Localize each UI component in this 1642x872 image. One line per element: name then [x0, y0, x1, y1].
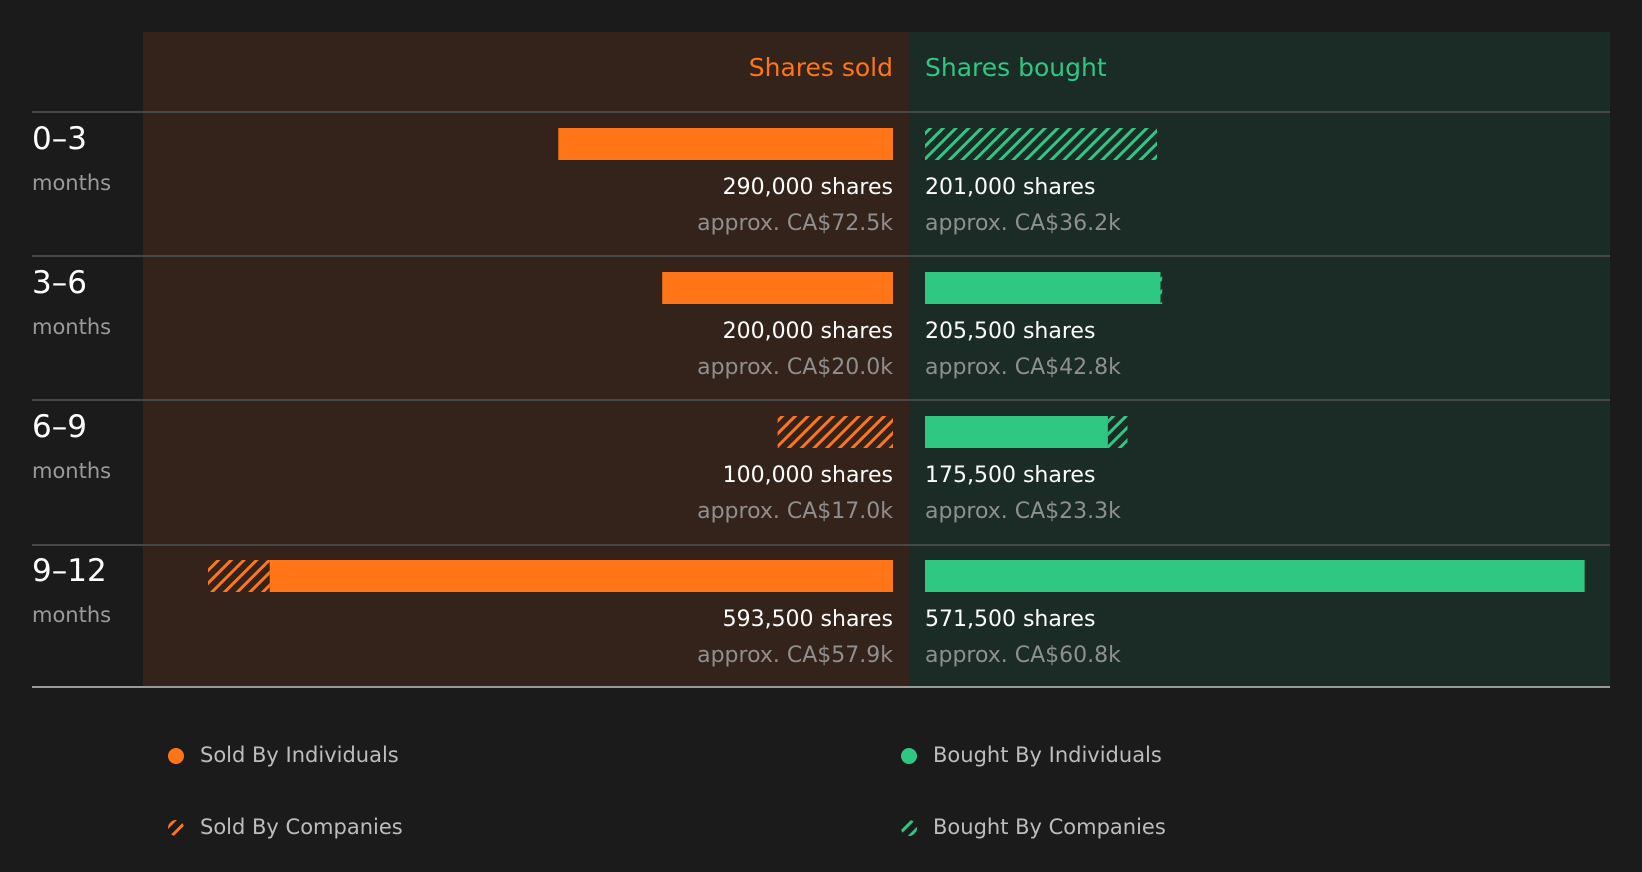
legend-marker-bought-solid	[901, 748, 917, 764]
sold-value-label: approx. CA$72.5k	[697, 211, 893, 236]
legend-label-sold-companies: Sold By Companies	[200, 815, 403, 839]
legend-label-bought-companies: Bought By Companies	[933, 815, 1166, 839]
bought-individuals-bar	[925, 416, 1108, 448]
bought-shares-label: 201,000 shares	[925, 175, 1096, 200]
sold-header: Shares sold	[748, 53, 893, 82]
bought-value-label: approx. CA$36.2k	[925, 211, 1121, 236]
bought-individuals-bar	[925, 560, 1585, 592]
bought-value-label: approx. CA$42.8k	[925, 355, 1121, 380]
bought-companies-bar	[925, 128, 1157, 160]
period-label: 0–3	[32, 121, 87, 157]
period-label: 6–9	[32, 409, 87, 445]
sold-value-label: approx. CA$20.0k	[697, 355, 893, 380]
period-label: 3–6	[32, 265, 87, 301]
sold-individuals-bar	[662, 272, 893, 304]
legend-marker-sold-solid	[168, 748, 184, 764]
sold-individuals-bar	[558, 128, 893, 160]
insider-trading-chart: Shares sold Shares bought 0–3 months 290…	[0, 0, 1642, 872]
bought-value-label: approx. CA$23.3k	[925, 499, 1121, 524]
bought-value-label: approx. CA$60.8k	[925, 643, 1121, 668]
bought-companies-bar	[1160, 272, 1163, 304]
bought-individuals-bar	[925, 272, 1161, 304]
sold-shares-label: 290,000 shares	[722, 175, 893, 200]
sold-shares-label: 593,500 shares	[722, 607, 893, 632]
legend-label-sold-individuals: Sold By Individuals	[200, 743, 399, 767]
sold-shares-label: 200,000 shares	[722, 319, 893, 344]
bought-shares-label: 175,500 shares	[925, 463, 1096, 488]
period-unit-label: months	[32, 603, 112, 627]
period-unit-label: months	[32, 315, 112, 339]
bought-header: Shares bought	[925, 53, 1107, 82]
period-label: 9–12	[32, 553, 107, 589]
bought-companies-bar	[1107, 416, 1128, 448]
sold-companies-bar	[208, 560, 270, 592]
sold-shares-label: 100,000 shares	[722, 463, 893, 488]
chart-svg	[32, 32, 1610, 836]
period-unit-label: months	[32, 171, 112, 195]
sold-value-label: approx. CA$57.9k	[697, 643, 893, 668]
period-unit-label: months	[32, 459, 112, 483]
sold-companies-bar	[777, 416, 893, 448]
sold-value-label: approx. CA$17.0k	[697, 499, 893, 524]
legend-marker-sold-hatched	[168, 820, 184, 836]
bought-shares-label: 571,500 shares	[925, 607, 1096, 632]
legend-marker-bought-hatched	[901, 820, 917, 836]
sold-individuals-bar	[269, 560, 893, 592]
legend-label-bought-individuals: Bought By Individuals	[933, 743, 1162, 767]
bought-shares-label: 205,500 shares	[925, 319, 1096, 344]
